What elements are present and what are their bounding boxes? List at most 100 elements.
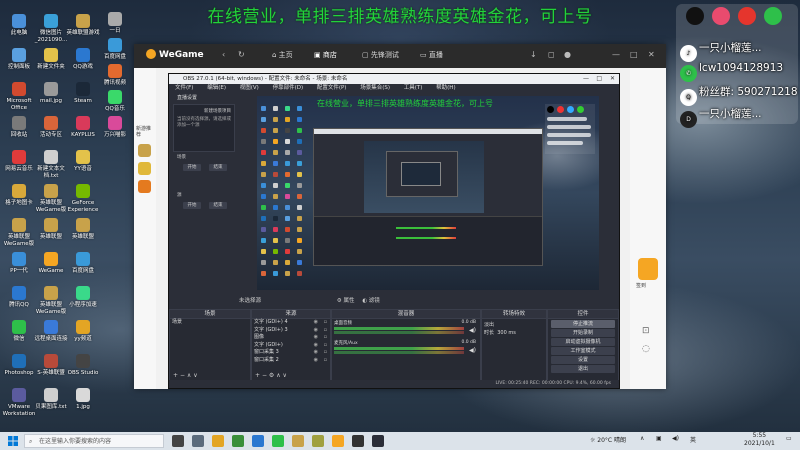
obs-icon[interactable]	[372, 435, 384, 447]
lol-icon[interactable]	[292, 435, 304, 447]
wechat-icon[interactable]	[272, 435, 284, 447]
desktop-icon[interactable]: S-英雄联盟	[34, 354, 68, 377]
settings-button[interactable]: 设置	[551, 356, 615, 364]
nav-beta[interactable]: ▢ 先锋测试	[362, 50, 399, 60]
desktop-icon[interactable]: QQ音乐	[98, 90, 132, 113]
close-icon[interactable]: ✕	[610, 74, 615, 84]
network-icon[interactable]: ▣	[656, 435, 662, 442]
menu-view[interactable]: 视图(V)	[240, 85, 259, 91]
game-icon[interactable]	[138, 180, 151, 193]
menu-help[interactable]: 帮助(H)	[436, 85, 455, 91]
filters-button[interactable]: ◐ 滤镜	[362, 298, 380, 304]
weather[interactable]: ☼ 20°C 晴朗	[590, 435, 626, 444]
wegame-logo[interactable]: WeGame	[146, 49, 204, 60]
add-icon[interactable]: +	[255, 372, 260, 379]
desktop-icon[interactable]: 百度网盘	[98, 38, 132, 61]
down-icon[interactable]: ∨	[283, 372, 287, 379]
gear-icon[interactable]: ⚙	[269, 372, 274, 379]
desktop-icon[interactable]: 腾讯视频	[98, 64, 132, 87]
menu-profile[interactable]: 配置文件(P)	[317, 85, 347, 91]
desktop-icon[interactable]: 远程桌面连接	[34, 320, 68, 343]
eye-icon[interactable]: ◉	[314, 357, 318, 365]
desktop-icon[interactable]: 英雄联盟	[66, 218, 100, 241]
source-item[interactable]: 窗口采集 2 ◉ ▫	[252, 357, 330, 365]
desktop-icon[interactable]: 新建文本文档.txt	[34, 150, 68, 179]
desktop-icon[interactable]: 格子地图卡	[2, 184, 36, 207]
studio-mode-button[interactable]: 工作室模式	[551, 347, 615, 355]
wegame-titlebar[interactable]: WeGame ‹ ↻ ⌂ 主页 ▣ 商店 ▢ 先锋测试 ▭ 直播 ↓ ◻ ● —…	[134, 44, 666, 68]
app-icon[interactable]	[352, 435, 364, 447]
refresh-icon[interactable]: ↻	[238, 50, 245, 59]
desktop-icon[interactable]: 微信图片_2021090...	[34, 14, 68, 43]
desktop-icon[interactable]: 英雄联盟游戏	[66, 14, 100, 37]
nav-store[interactable]: ▣ 商店	[314, 50, 337, 60]
chrome-icon[interactable]	[232, 435, 244, 447]
add-icon[interactable]: +	[173, 372, 178, 379]
eye-icon[interactable]: ◉	[314, 349, 318, 357]
cart-icon[interactable]: ⊡	[642, 326, 650, 336]
desktop-icon[interactable]: Steam	[66, 82, 100, 105]
source-item[interactable]: 图像 ◉ ▫	[252, 334, 330, 342]
maximize-icon[interactable]: □	[630, 50, 638, 59]
desktop-icon[interactable]: 英雄联盟 WeGame版	[2, 218, 36, 247]
stop-streaming-button[interactable]: 停止推流	[551, 320, 615, 328]
avatar[interactable]: ●	[564, 50, 571, 59]
props-start-button[interactable]: 开始	[183, 164, 201, 171]
file-explorer-icon[interactable]	[212, 435, 224, 447]
gift-icon[interactable]: ◻	[548, 50, 555, 59]
close-icon[interactable]: ✕	[648, 50, 655, 59]
maximize-icon[interactable]: □	[596, 74, 602, 84]
lol-icon[interactable]	[138, 144, 151, 157]
obs-titlebar[interactable]: OBS 27.0.1 (64-bit, windows) - 配置文件: 未命名…	[169, 74, 619, 84]
ime-indicator[interactable]: 英	[690, 435, 696, 444]
lock-icon[interactable]: ▫	[324, 357, 327, 365]
down-icon[interactable]: ∨	[193, 372, 197, 379]
desktop-icon[interactable]: 1.jpg	[66, 388, 100, 411]
volume-icon[interactable]: ◀)	[672, 435, 679, 442]
transition-select[interactable]: 淡出	[482, 322, 546, 330]
checkin-badge-icon[interactable]	[638, 258, 658, 280]
lock-icon[interactable]: ▫	[324, 349, 327, 357]
exit-button[interactable]: 退出	[551, 365, 615, 373]
notification-icon[interactable]: ▭	[786, 435, 792, 442]
desktop-icon[interactable]: QQ游戏	[66, 48, 100, 71]
desktop-icon[interactable]: 贝果图库.txt	[34, 388, 68, 411]
start-recording-button[interactable]: 开始录制	[551, 329, 615, 337]
desktop-icon[interactable]: yy频道	[66, 320, 100, 343]
desktop-icon[interactable]: 活动专区	[34, 116, 68, 139]
desktop-icon[interactable]: 腾讯QQ	[2, 286, 36, 309]
game-icon[interactable]	[138, 162, 151, 175]
up-icon[interactable]: ∧	[276, 372, 280, 379]
properties-button[interactable]: ⚙ 属性	[337, 298, 355, 304]
desktop-icon[interactable]: mail.jpg	[34, 82, 68, 105]
back-icon[interactable]: ‹	[222, 50, 225, 59]
desktop-icon[interactable]: Photoshop	[2, 354, 36, 377]
props-stop-button[interactable]: 结束	[209, 202, 227, 209]
duration-input[interactable]: 300 ms	[497, 330, 516, 336]
eye-icon[interactable]: ◉	[314, 327, 318, 335]
desktop-icon[interactable]: GeForce Experience	[66, 184, 100, 213]
lock-icon[interactable]: ▫	[324, 327, 327, 335]
minimize-icon[interactable]: —	[583, 74, 589, 84]
desktop-icon[interactable]: 万兴喵影	[98, 116, 132, 139]
desktop-icon[interactable]: WeGame	[34, 252, 68, 275]
desktop-icon[interactable]: 控制面板	[2, 48, 36, 71]
speaker-icon[interactable]: ◀)	[469, 327, 476, 334]
speaker-icon[interactable]: ◀)	[469, 347, 476, 354]
desktop-icon[interactable]: PP一代	[2, 252, 36, 275]
desktop-icon[interactable]: VMware Workstation	[2, 388, 36, 417]
volume-slider[interactable]	[334, 331, 464, 334]
desktop-icon[interactable]: 新建文件夹	[34, 48, 68, 71]
desktop-icon[interactable]: 英雄联盟	[34, 218, 68, 241]
props-stop-button[interactable]: 结束	[209, 164, 227, 171]
menu-docks[interactable]: 停靠部件(D)	[273, 85, 304, 91]
eye-icon[interactable]: ◉	[314, 319, 318, 327]
app-icon[interactable]	[192, 435, 204, 447]
taskbar-search[interactable]: ⌕ 在这里输入你要搜索的内容	[24, 434, 164, 448]
menu-scene-collection[interactable]: 场景集合(S)	[360, 85, 390, 91]
menu-edit[interactable]: 编辑(E)	[207, 85, 226, 91]
eye-icon[interactable]: ◉	[314, 334, 318, 342]
remove-icon[interactable]: −	[180, 372, 185, 379]
obs-preview[interactable]: 在线营业，单排三排英雄熟练度英雄金花，可上号	[257, 96, 599, 290]
menu-file[interactable]: 文件(F)	[175, 85, 193, 91]
